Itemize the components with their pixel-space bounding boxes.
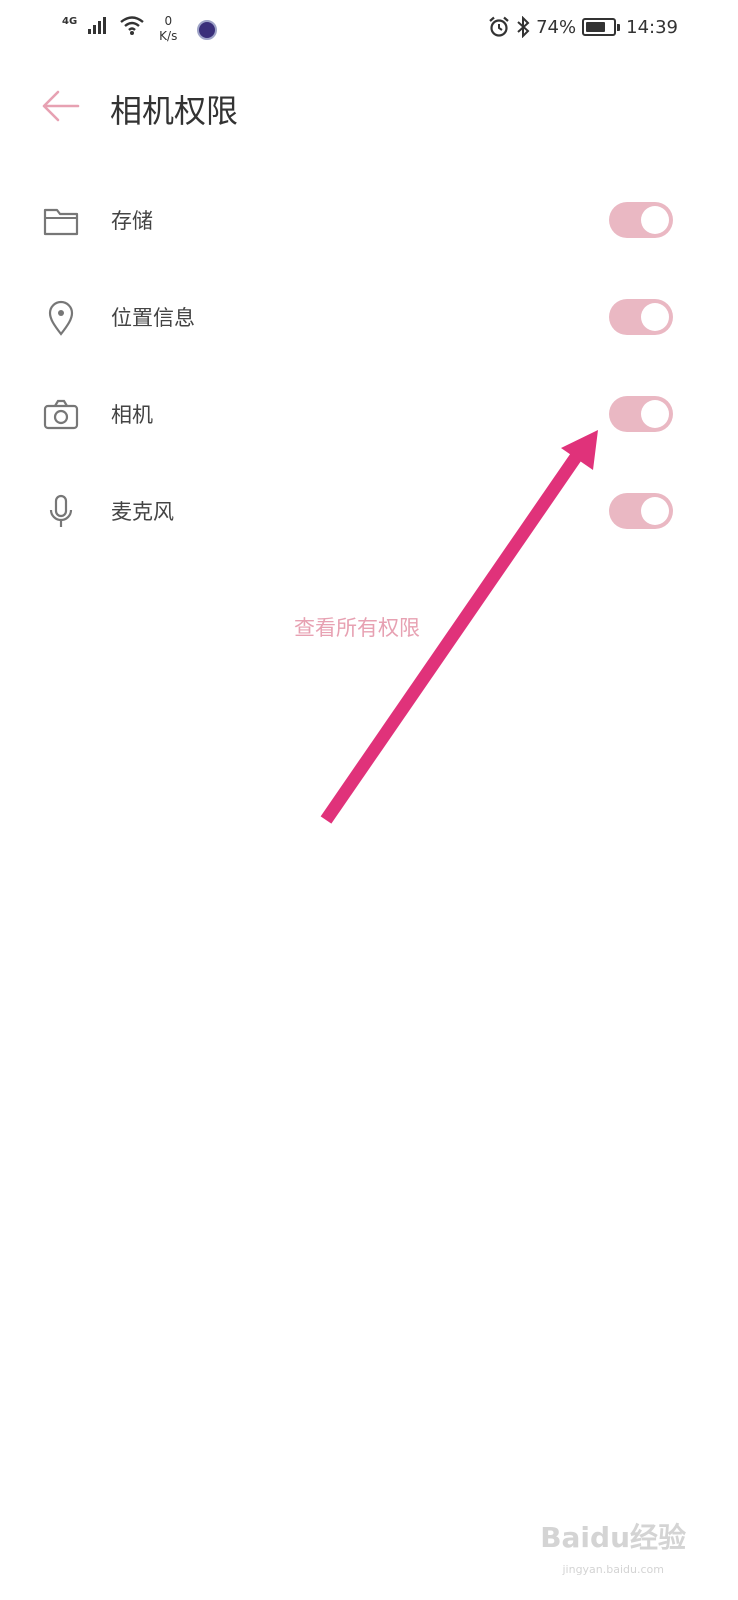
battery-icon — [582, 18, 621, 36]
status-bar: 4G 0 K/s 74% 14:39 — [0, 0, 738, 56]
speed-value: 0 — [164, 14, 173, 28]
folder-icon — [43, 208, 79, 236]
location-pin-icon — [48, 300, 74, 336]
app-notification-icon — [197, 20, 218, 40]
status-left: 4G 0 K/s — [62, 14, 218, 44]
permission-list: 存储 位置信息 相机 麦克风 — [0, 172, 738, 560]
camera-toggle[interactable] — [609, 396, 673, 432]
clock: 14:39 — [626, 16, 678, 38]
signal-icon — [88, 17, 107, 34]
bluetooth-icon — [517, 16, 530, 38]
permission-row-microphone[interactable]: 麦克风 — [0, 463, 738, 560]
permission-row-location[interactable]: 位置信息 — [0, 269, 738, 366]
microphone-icon — [49, 494, 73, 527]
back-arrow-icon — [42, 90, 80, 122]
permission-label: 麦克风 — [111, 500, 174, 524]
permission-row-storage[interactable]: 存储 — [0, 172, 738, 269]
alarm-icon — [489, 16, 509, 37]
microphone-toggle[interactable] — [609, 493, 673, 529]
location-toggle[interactable] — [609, 299, 673, 335]
network-type: 4G — [62, 16, 78, 27]
permission-label: 存储 — [111, 209, 153, 233]
wifi-icon — [120, 16, 144, 35]
permission-row-camera[interactable]: 相机 — [0, 366, 738, 463]
network-speed: 0 K/s — [159, 14, 177, 44]
speed-unit: K/s — [159, 29, 178, 43]
permission-label: 相机 — [111, 403, 153, 427]
app-bar: 相机权限 — [0, 62, 738, 150]
camera-icon — [43, 399, 79, 430]
watermark-brand: Baidu经验 — [540, 1521, 686, 1554]
storage-toggle[interactable] — [609, 202, 673, 238]
permission-label: 位置信息 — [111, 306, 195, 330]
page-title: 相机权限 — [110, 92, 239, 130]
status-right: 74% 14:39 — [488, 16, 678, 38]
battery-percent: 74% — [536, 16, 577, 38]
view-all-permissions-link[interactable]: 查看所有权限 — [294, 612, 420, 642]
back-button[interactable] — [38, 84, 82, 128]
watermark-url: jingyan.baidu.com — [562, 1563, 664, 1576]
